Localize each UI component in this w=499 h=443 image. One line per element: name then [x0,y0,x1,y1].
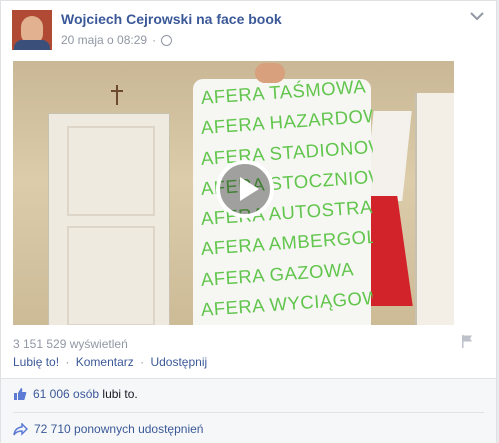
chevron-down-icon[interactable] [470,11,484,21]
post-card: Wojciech Cejrowski na face book 20 maja … [0,0,497,443]
like-button[interactable]: Lubię to! [13,355,59,369]
likes-row: 61 006 osób lubi to. [13,387,138,401]
video-player[interactable]: AFERA TAŚMOWA AFERA HAZARDOWA AFERA STAD… [13,61,454,325]
likes-count-link[interactable]: 61 006 osób [33,387,99,401]
divider [13,412,484,413]
avatar[interactable] [12,10,52,50]
meta-dot: · [152,33,157,47]
comment-button[interactable]: Komentarz [76,355,134,369]
shares-row: 72 710 ponownych udostępnień [13,422,203,436]
share-button[interactable]: Udostępnij [150,355,207,369]
play-icon[interactable] [216,160,274,218]
post-meta: 20 maja o 08:29 · [61,33,173,47]
separator-dot: · [140,355,145,369]
separator-dot: · [65,355,70,369]
door-image [415,93,454,325]
author-name[interactable]: Wojciech Cejrowski na face book [61,11,282,27]
door-image [48,113,170,325]
shares-count-link[interactable]: 72 710 ponownych udostępnień [34,422,203,436]
post-date[interactable]: 20 maja o 08:29 [61,33,147,47]
globe-icon[interactable] [161,34,173,46]
view-count: 3 151 529 wyświetleń [13,337,128,351]
crucifix-icon [111,85,123,105]
flag-icon[interactable] [460,334,474,348]
thumbs-up-icon [14,388,27,400]
share-arrow-icon [13,422,28,436]
feedback-section: 61 006 osób lubi to. 72 710 ponownych ud… [1,378,496,443]
post-actions: Lubię to! · Komentarz · Udostępnij [13,355,207,369]
likes-suffix: lubi to. [102,387,138,401]
